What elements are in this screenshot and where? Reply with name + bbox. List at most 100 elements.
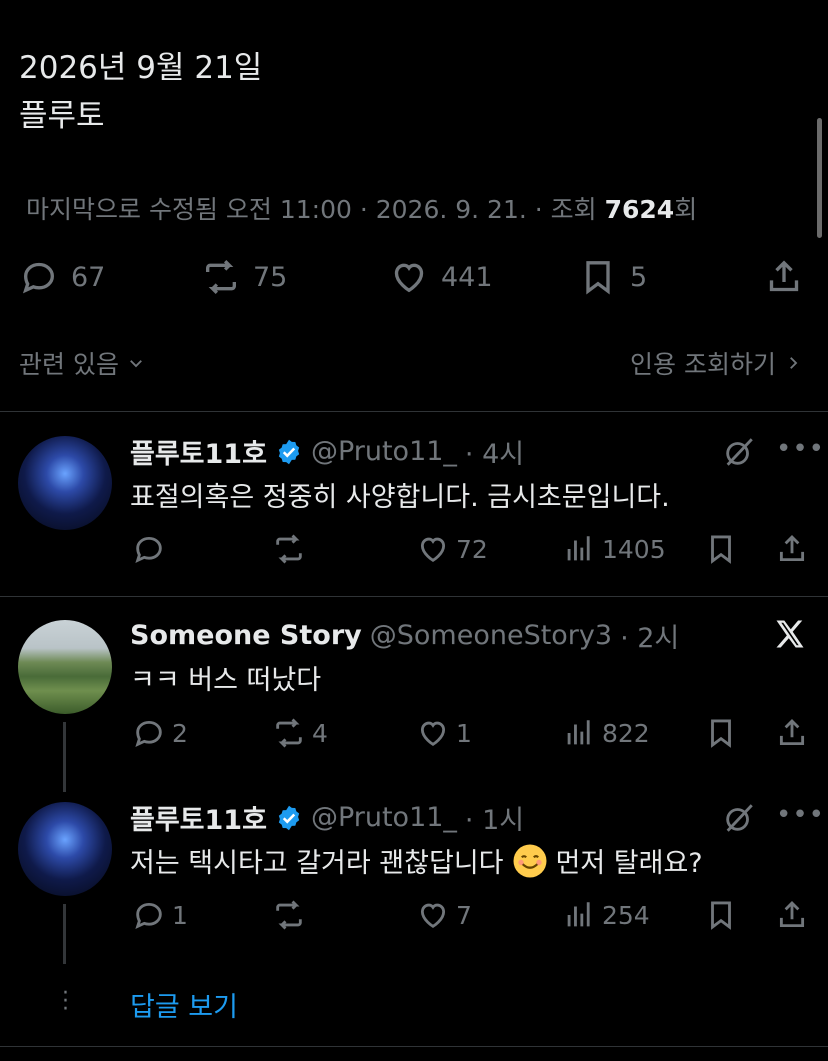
divider (0, 596, 828, 597)
quote-views-label: 인용 조회하기 (630, 350, 776, 379)
share-icon (779, 718, 805, 746)
display-name[interactable]: Someone Story (130, 620, 362, 651)
bookmark-icon (586, 261, 610, 295)
display-name[interactable]: 플루토11호 (130, 432, 267, 471)
like-icon (420, 721, 446, 746)
thread-dots-icon: · · · (62, 981, 69, 1022)
bookmark-button[interactable] (704, 716, 738, 750)
related-label: 관련 있음 (19, 350, 119, 379)
x-logo-icon[interactable] (772, 616, 808, 652)
views-button[interactable]: 822 (562, 716, 650, 750)
repost-count: 75 (253, 261, 288, 293)
reply-icon (22, 262, 55, 294)
like-icon (420, 903, 446, 928)
like-count: 441 (441, 261, 493, 293)
post-date: 2026년 9월 21일 (19, 50, 263, 86)
smiling-face-emoji-icon (513, 844, 547, 877)
views-icon (567, 720, 590, 745)
avatar[interactable] (18, 620, 112, 714)
display-name[interactable]: 플루토11호 (130, 798, 267, 837)
quote-views-link[interactable]: 인용 조회하기 (630, 345, 802, 381)
bookmark-icon (711, 535, 731, 564)
repost-icon (276, 900, 302, 930)
like-button[interactable]: 7 (416, 898, 472, 932)
reply-icon (135, 536, 162, 563)
repost-button[interactable] (272, 898, 306, 932)
chevron-down-icon (130, 360, 142, 368)
reply-button[interactable] (132, 532, 166, 566)
bookmark-button[interactable]: 5 (578, 257, 647, 297)
repost-button[interactable]: 75 (201, 257, 287, 297)
view-count: 822 (602, 718, 650, 748)
like-icon (420, 537, 446, 562)
like-button[interactable]: 1 (416, 716, 472, 750)
thread-line (63, 722, 66, 792)
grok-icon[interactable] (722, 801, 756, 835)
reply-icon (135, 720, 162, 747)
like-count: 72 (456, 534, 488, 564)
share-icon (769, 260, 799, 292)
reply-text: 표절의혹은 정중히 사양합니다. 금시초문입니다. (130, 482, 670, 513)
reply-button[interactable]: 1 (132, 898, 188, 932)
reply-text: ㅋㅋ 버스 떠났다 (130, 665, 322, 696)
reply-header: 플루토11호 @Pruto11_ · 1시 (130, 798, 524, 837)
bookmark-button[interactable] (704, 532, 738, 566)
timestamp: · 4시 (464, 439, 525, 470)
divider (0, 411, 828, 412)
like-icon (394, 263, 424, 293)
reply-button[interactable]: 2 (132, 716, 188, 750)
chevron-right-icon (790, 357, 798, 369)
share-icon (779, 900, 805, 928)
timestamp: · 1시 (464, 805, 525, 836)
views-button[interactable]: 1405 (562, 532, 666, 566)
like-button[interactable]: 441 (389, 257, 493, 297)
repost-icon (206, 259, 236, 295)
reply-text: 저는 택시타고 갈거라 괜찮답니다 먼저 탈래요? (130, 841, 703, 880)
handle[interactable]: @Pruto11_ (311, 802, 457, 833)
bookmark-count: 5 (630, 261, 648, 293)
repost-icon (276, 718, 302, 748)
reply-header: Someone Story @SomeoneStory3 · 2시 (130, 616, 679, 655)
reply-count: 2 (172, 718, 188, 748)
grok-icon[interactable] (722, 435, 756, 469)
reply-header: 플루토11호 @Pruto11_ · 4시 (130, 432, 524, 471)
view-count: 7624 (604, 195, 675, 224)
divider (0, 1046, 828, 1047)
like-count: 7 (456, 900, 472, 930)
reply-button[interactable]: 67 (19, 257, 105, 297)
show-replies-link[interactable]: 답글 보기 (130, 985, 238, 1024)
views-button[interactable]: 254 (562, 898, 650, 932)
like-button[interactable]: 72 (416, 532, 488, 566)
edited-time: 마지막으로 수정됨 오전 11:00 · 2026. 9. 21. · 조회 (26, 195, 605, 224)
reply-text-end: 먼저 탈래요? (555, 848, 703, 879)
repost-count: 4 (312, 718, 328, 748)
scrollbar[interactable] (817, 118, 822, 238)
avatar[interactable] (18, 436, 112, 530)
share-icon (779, 534, 805, 562)
views-icon (567, 536, 590, 561)
handle[interactable]: @Pruto11_ (311, 436, 457, 467)
reply-icon (135, 902, 162, 929)
handle[interactable]: @SomeoneStory3 (370, 620, 612, 651)
reply-count: 1 (172, 900, 188, 930)
verified-icon (278, 805, 300, 830)
post-body: 플루토 (19, 98, 105, 134)
avatar[interactable] (18, 802, 112, 896)
views-icon (567, 902, 590, 927)
more-icon[interactable]: ••• (776, 434, 825, 464)
view-suffix: 회 (674, 195, 698, 224)
share-button[interactable] (764, 257, 804, 297)
repost-icon (276, 534, 302, 564)
more-icon[interactable]: ••• (776, 800, 825, 830)
related-dropdown[interactable]: 관련 있음 (19, 345, 145, 381)
bookmark-button[interactable] (704, 898, 738, 932)
thread-line (63, 904, 66, 964)
timestamp: · 2시 (620, 623, 680, 654)
bookmark-icon (711, 719, 731, 748)
share-button[interactable] (775, 532, 809, 566)
repost-button[interactable]: 4 (272, 716, 328, 750)
share-button[interactable] (775, 898, 809, 932)
repost-button[interactable] (272, 532, 306, 566)
like-count: 1 (456, 718, 472, 748)
share-button[interactable] (775, 716, 809, 750)
